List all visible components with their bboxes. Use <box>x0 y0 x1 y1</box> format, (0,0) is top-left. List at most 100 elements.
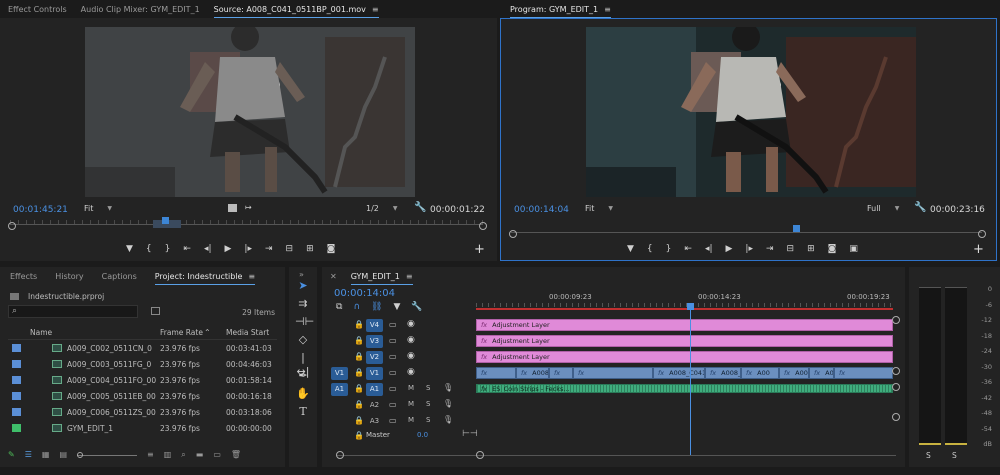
step-back-icon[interactable]: ◂| <box>204 244 212 254</box>
project-item-row[interactable]: A009_C002_0511CN_0 23.976 fps 00:03:41:03 <box>8 341 277 355</box>
video-clip-v1[interactable]: fx A008_C041_0 <box>705 367 741 379</box>
comparison-view-icon[interactable]: ▣ <box>849 244 858 254</box>
mute-button[interactable]: M <box>408 400 414 408</box>
program-scrubber[interactable] <box>509 225 986 238</box>
video-clip-v1[interactable]: fx <box>476 367 516 379</box>
master-volume-value[interactable]: 0.0 <box>417 431 428 439</box>
track-scroll-ring[interactable] <box>892 367 900 375</box>
sort-icons-icon[interactable]: ≡ <box>147 450 154 460</box>
solo-right-button[interactable]: S <box>952 451 957 460</box>
program-in-handle[interactable] <box>509 230 517 238</box>
sync-lock-icon[interactable]: ▭ <box>389 384 397 393</box>
hand-tool-icon[interactable]: ✋ <box>295 387 311 401</box>
lift-icon[interactable]: ⊟ <box>787 244 795 254</box>
pencil-icon[interactable]: ✎ <box>8 450 15 460</box>
video-clip-v1[interactable]: fx <box>549 367 573 379</box>
project-item-row[interactable]: GYM_EDIT_1 23.976 fps 00:00:00:00 <box>8 421 277 435</box>
go-to-out-icon[interactable]: ⇥ <box>766 244 774 254</box>
panel-menu-icon[interactable]: ≡ <box>406 272 413 281</box>
project-item-row[interactable]: A009_C006_0511ZS_00 23.976 fps 00:03:18:06 <box>8 405 277 419</box>
timeline-timecode[interactable]: 00:00:14:04 <box>334 288 395 299</box>
zoom-bar-left-handle[interactable] <box>336 451 344 459</box>
project-item-row[interactable]: A009_C003_0511FG_0 23.976 fps 00:04:46:03 <box>8 357 277 371</box>
label-color-swatch[interactable] <box>12 376 21 384</box>
track-target-a1[interactable]: A1 <box>366 383 383 396</box>
tab-sequence[interactable]: GYM_EDIT_1 ≡ <box>350 272 413 285</box>
eye-icon[interactable]: ◉ <box>407 351 415 361</box>
timeline-zoom-bar[interactable] <box>336 451 896 459</box>
source-playhead[interactable] <box>162 217 169 224</box>
lock-icon[interactable]: 🔒 <box>354 416 364 425</box>
mark-in-icon[interactable]: { <box>647 244 653 254</box>
track-scroll-ring[interactable] <box>892 383 900 391</box>
mark-out-icon[interactable]: } <box>666 244 672 254</box>
track-target-v4[interactable]: V4 <box>366 319 383 332</box>
video-clip-v1[interactable]: fx A008... <box>809 367 834 379</box>
linked-selection-icon[interactable]: ⛓ <box>371 302 382 312</box>
source-scrubber[interactable] <box>8 217 487 230</box>
sync-lock-icon[interactable]: ▭ <box>389 368 397 377</box>
automate-to-sequence-icon[interactable]: ▥ <box>164 450 172 460</box>
camera-icon[interactable]: ◙ <box>327 244 336 254</box>
solo-button[interactable]: S <box>426 384 430 392</box>
find-icon[interactable]: ⌕ <box>181 450 185 460</box>
play-icon[interactable]: ▶ <box>726 244 733 254</box>
sync-lock-icon[interactable]: ▭ <box>389 416 397 425</box>
panel-menu-icon[interactable]: ≡ <box>372 5 379 14</box>
add-marker-icon[interactable]: ▼ <box>393 302 400 312</box>
insert-icon[interactable]: ⊟ <box>286 244 294 254</box>
wrench-icon[interactable]: 🔧 <box>414 202 426 213</box>
adjustment-layer-clip-v2[interactable]: fx Adjustment Layer <box>476 351 893 363</box>
lock-icon[interactable]: 🔒 <box>354 384 364 393</box>
voiceover-record-icon[interactable]: 🎙 <box>443 415 453 424</box>
video-clip-v1[interactable]: fx <box>573 367 653 379</box>
razor-tool-icon[interactable]: ◇ <box>295 333 311 347</box>
program-resolution-dropdown[interactable]: Full ▼ <box>867 204 899 213</box>
label-color-swatch[interactable] <box>12 424 21 432</box>
track-target-v2[interactable]: V2 <box>366 351 383 364</box>
slip-tool-icon[interactable]: |↔| <box>295 351 311 378</box>
type-tool-icon[interactable]: T <box>295 405 311 419</box>
lock-icon[interactable]: 🔒 <box>354 352 364 361</box>
new-bin-icon[interactable]: ▬ <box>196 450 204 460</box>
trash-icon[interactable]: 🗑 <box>231 450 241 460</box>
list-view-icon[interactable]: ☰ <box>25 450 32 460</box>
tab-effects[interactable]: Effects <box>10 272 37 281</box>
track-target-a2[interactable]: A2 <box>366 399 383 412</box>
nest-icon[interactable]: ⧉ <box>336 302 342 312</box>
snap-icon[interactable]: ∩ <box>353 302 360 312</box>
sort-caret-icon[interactable]: ⌃ <box>204 328 211 337</box>
tab-project[interactable]: Project: Indestructible ≡ <box>154 272 256 285</box>
sync-lock-icon[interactable]: ▭ <box>389 400 397 409</box>
wrench-icon[interactable]: 🔧 <box>411 302 422 312</box>
tab-program[interactable]: Program: GYM_EDIT_1 ≡ <box>510 5 611 18</box>
source-patch-a1[interactable]: A1 <box>331 383 348 396</box>
col-header-frame-rate[interactable]: Frame Rate <box>160 328 203 337</box>
zoom-slider[interactable] <box>77 452 137 458</box>
solo-left-button[interactable]: S <box>926 451 931 460</box>
time-ruler[interactable]: 00:00:09:23 00:00:14:23 00:00:19:23 <box>476 287 893 311</box>
sync-lock-icon[interactable]: ▭ <box>389 336 397 345</box>
video-clip-v1[interactable]: fx A008_C041_0511 <box>653 367 705 379</box>
wrench-icon[interactable]: 🔧 <box>914 202 926 213</box>
mute-button[interactable]: M <box>408 416 414 424</box>
eye-icon[interactable]: ◉ <box>407 367 415 377</box>
insert-markers-icon[interactable]: ↦ <box>245 203 252 212</box>
camera-icon[interactable]: ◙ <box>828 244 837 254</box>
track-scroll-ring[interactable] <box>892 413 900 421</box>
freeform-view-icon[interactable]: ▤ <box>59 450 67 460</box>
label-color-swatch[interactable] <box>12 408 21 416</box>
source-resolution-dropdown[interactable]: 1/2 ▼ <box>366 204 398 213</box>
tab-audio-clip-mixer[interactable]: Audio Clip Mixer: GYM_EDIT_1 <box>81 5 200 14</box>
solo-button[interactable]: S <box>426 400 430 408</box>
sync-lock-icon[interactable]: ▭ <box>389 352 397 361</box>
col-header-media-start[interactable]: Media Start <box>226 328 269 337</box>
step-forward-icon[interactable]: |▸ <box>244 244 252 254</box>
video-clip-v1[interactable]: fx A008... <box>516 367 549 379</box>
lock-icon[interactable]: 🔒 <box>354 368 364 377</box>
mark-out-icon[interactable]: } <box>165 244 171 254</box>
voiceover-record-icon[interactable]: 🎙 <box>443 399 453 408</box>
export-frame-icon[interactable] <box>228 204 237 212</box>
label-color-swatch[interactable] <box>12 392 21 400</box>
source-zoom-dropdown[interactable]: Fit ▼ <box>84 204 112 213</box>
